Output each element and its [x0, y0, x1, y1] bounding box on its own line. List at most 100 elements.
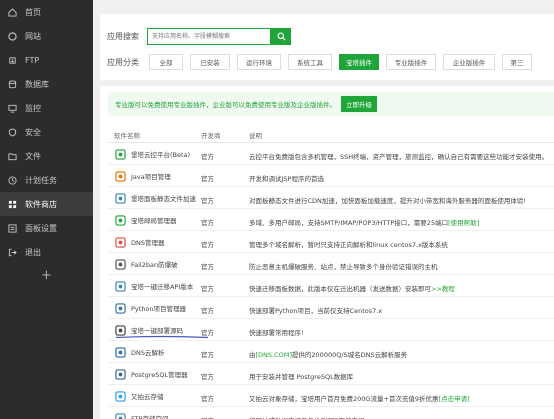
plugin-description: 管理多个域名解析，暂时只支持正向解析和linux centos7.x版本系统 [249, 239, 448, 249]
plugin-description: 由[DNS.COM]提供的200000Q/S城名DNS云解析服务 [249, 349, 407, 359]
description-text: 用于安装并管理 PostgreSQL数据库 [249, 373, 354, 381]
table-row[interactable]: Fail2ban防爆破 官方 防止恶意主机爆破服务、站点，禁止导致多个身份验证错误的… [108, 254, 554, 275]
table-row[interactable]: DNS管理器 官方 管理多个域名解析，暂时只支持正向解析和linux centos7… [108, 232, 554, 253]
plugin-developer: 官方 [201, 153, 214, 161]
plugin-developer: 官方 [201, 307, 214, 315]
sidebar-item-label: 计划任务 [25, 175, 57, 185]
description-text: 云控平台免费版包含多机管理，SSH终端，资产管理，旅测监控，确认自己有需要这些功… [249, 153, 549, 161]
plugin-description: 多域、多用户邮局，支持SMTP/IMAP/POP3/HTTP接口，需要25端口[… [249, 217, 479, 227]
plugin-developer: 官方 [201, 351, 214, 359]
sidebar-item-label: 数据库 [25, 79, 49, 89]
upyun-icon [114, 390, 126, 402]
plugin-name: Python项目管理器 [131, 305, 187, 313]
category-tab-1[interactable]: 已安装 [190, 54, 230, 70]
plugin-developer: 官方 [201, 415, 214, 419]
sidebar-item-1[interactable]: 网站 [0, 24, 93, 48]
plugin-name-cell: Java项目管理 [114, 170, 171, 182]
sidebar-item-label: 首页 [25, 7, 41, 17]
plugin-name-cell: 宝塔一键迁移API版本 [114, 280, 193, 292]
plugin-name: 宝塔一键迁移API版本 [131, 283, 194, 291]
search-button[interactable] [271, 28, 291, 45]
add-shortcut-button[interactable]: + [0, 264, 93, 286]
category-tab-4[interactable]: 宝塔插件 [339, 54, 379, 70]
sidebar-item-7[interactable]: 计划任务 [0, 168, 93, 192]
table-row[interactable]: 宝塔一键迁移API版本 官方 快速迁移面板数据，此版本仅在迁出机器（发送数据）安装即… [108, 276, 554, 297]
settings-icon [7, 223, 17, 233]
table-row[interactable]: DNS云解析 官方 由[DNS.COM]提供的200000Q/S城名DNS云解析服务 [108, 342, 554, 363]
table-header: 软件名称 开发商 说明 [108, 124, 554, 143]
sidebar-item-10[interactable]: 退出 [0, 240, 93, 264]
postgres-icon [114, 368, 126, 380]
plugin-name-cell: PostgreSQL管理器 [114, 368, 188, 380]
table-row[interactable]: Python项目管理器 官方 快速部署Python项目，当前仅支持Centos7.x [108, 298, 554, 319]
description-text: 多域、多用户邮局，支持SMTP/IMAP/POP3/HTTP接口，需要25端口 [249, 219, 449, 227]
description-text: 开发和调试JSP程序的首选 [249, 175, 324, 183]
plugin-description: 又拍云对象存储，宝塔用户首月免费200G流量+首次充值9折优惠[点击申请] [249, 393, 470, 403]
description-text: 又拍云对象存储，宝塔用户首月免费200G流量+首次充值9折优惠 [249, 395, 439, 403]
plugin-description: 快速部署Python项目，当前仅支持Centos7.x [249, 305, 382, 315]
shield-icon [7, 127, 17, 137]
table-row[interactable]: 宝塔邮局管理器 官方 多域、多用户邮局，支持SMTP/IMAP/POP3/HTTP接… [108, 210, 554, 231]
plugin-name: 堡塔云控平台(Beta) [131, 151, 191, 159]
plugin-developer: 官方 [201, 197, 214, 205]
plugin-developer: 官方 [201, 263, 214, 271]
upgrade-button[interactable]: 立即升级 [341, 96, 377, 112]
plugin-name: PostgreSQL管理器 [131, 371, 188, 379]
sidebar-item-label: 文件 [25, 151, 41, 161]
category-tab-5[interactable]: 专业版插件 [386, 54, 436, 70]
header-name: 软件名称 [114, 132, 140, 140]
table-row[interactable]: FTP存储空间 官方 将网站或数据库打包备份到FTP存储空间 [108, 408, 554, 419]
sidebar-item-2[interactable]: FTP [0, 48, 93, 72]
description-link[interactable]: [点击申请] [439, 395, 470, 403]
category-tab-3[interactable]: 系统工具 [288, 54, 332, 70]
table-row[interactable]: 宝塔一键部署源码 官方 快速部署常用程序! [108, 320, 554, 341]
sidebar-item-9[interactable]: 面板设置 [0, 216, 93, 240]
clock-icon [7, 175, 17, 185]
table-row[interactable]: PostgreSQL管理器 官方 用于安装并管理 PostgreSQL数据库 [108, 364, 554, 385]
description-text: 对面板静态文件进行CDN加速，加快面板加载速度，提升对小带宽和海外服务器的面板使… [249, 197, 527, 205]
plugin-name: DNS云解析 [131, 349, 165, 357]
table-row[interactable]: 堡塔云控平台(Beta) 官方 云控平台免费版包含多机管理，SSH终端，资产管理，旅… [108, 144, 554, 165]
sidebar-item-6[interactable]: 文件 [0, 144, 93, 168]
hand-drawn-underline [116, 335, 208, 339]
plugin-name: 又拍云存储 [131, 393, 164, 401]
sidebar-item-0[interactable]: 首页 [0, 0, 93, 24]
plugin-description: 开发和调试JSP程序的首选 [249, 173, 324, 183]
search-input[interactable] [147, 28, 271, 45]
database-icon [7, 79, 17, 89]
filter-panel: 应用搜索 应用分类 全部已安装运行环境系统工具宝塔插件专业版插件企业版插件第三 [100, 14, 554, 80]
category-tab-0[interactable]: 全部 [149, 54, 183, 70]
home-icon [7, 7, 17, 17]
logout-icon [7, 247, 17, 257]
sidebar-item-3[interactable]: 数据库 [0, 72, 93, 96]
plugin-name: Java项目管理 [131, 173, 171, 181]
grid-icon [7, 199, 17, 209]
mail-icon [114, 214, 126, 226]
table-row[interactable]: 又拍云存储 官方 又拍云对象存储，宝塔用户首月免费200G流量+首次充值9折优惠[点… [108, 386, 554, 407]
category-tab-6[interactable]: 企业版插件 [443, 54, 495, 70]
plugin-list-panel: 专业版可以免费使用专业版插件，企业版可以免费使用专业版及企业版插件。 立即升级 … [100, 86, 554, 419]
table-row[interactable]: Java项目管理 官方 开发和调试JSP程序的首选 [108, 166, 554, 187]
dns-cloud-icon [114, 346, 126, 358]
description-link[interactable]: >>教程 [431, 285, 455, 293]
plugin-description: 防止恶意主机爆破服务、站点，禁止导致多个身份验证错误的主机 [249, 261, 438, 271]
cloud-icon [114, 148, 126, 160]
table-row[interactable]: 堡塔面板静态文件加速 官方 对面板静态文件进行CDN加速，加快面板加载速度，提升对小… [108, 188, 554, 209]
description-link[interactable]: [使用帮助] [448, 219, 479, 227]
ftp-storage-icon [114, 412, 126, 419]
sidebar-item-label: 面板设置 [25, 223, 57, 233]
description-link[interactable]: [DNS.COM] [256, 351, 292, 359]
category-tab-2[interactable]: 运行环境 [237, 54, 281, 70]
sidebar-item-4[interactable]: 监控 [0, 96, 93, 120]
sidebar-item-5[interactable]: 安全 [0, 120, 93, 144]
fail2ban-icon [114, 258, 126, 270]
plugin-name: Fail2ban防爆破 [131, 261, 178, 269]
plugin-name-cell: 宝塔邮局管理器 [114, 214, 177, 226]
category-tab-7[interactable]: 第三 [502, 54, 532, 70]
plugin-developer: 官方 [201, 241, 214, 249]
monitor-icon [7, 103, 17, 113]
plugin-name-cell: Python项目管理器 [114, 302, 186, 314]
sidebar-item-8[interactable]: 软件商店 [0, 192, 93, 216]
dns-icon [114, 236, 126, 248]
plugin-developer: 官方 [201, 219, 214, 227]
